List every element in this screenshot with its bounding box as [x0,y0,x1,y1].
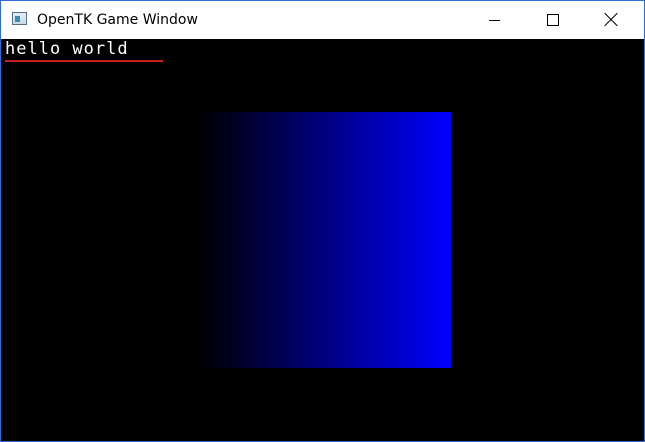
minimize-icon [489,20,500,21]
maximize-icon [547,14,559,26]
title-bar[interactable]: OpenTK Game Window [1,1,644,39]
overlay-text-underline [5,60,163,62]
game-window: OpenTK Game Window hello world [0,0,645,442]
render-viewport[interactable]: hello world [1,39,644,441]
minimize-button[interactable] [472,1,518,39]
close-icon [604,13,618,27]
window-app-icon[interactable] [12,12,27,25]
maximize-button[interactable] [530,1,576,39]
overlay-text: hello world [5,39,129,59]
window-title: OpenTK Game Window [37,12,198,28]
close-button[interactable] [588,1,634,39]
app-icon-detail [15,16,20,22]
gradient-quad [198,112,451,368]
